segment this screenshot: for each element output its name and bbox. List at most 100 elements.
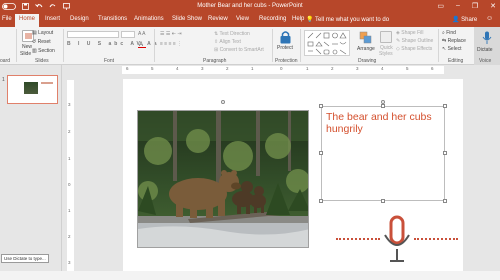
ruler-tick: 2 [68, 129, 71, 134]
clipboard-group-label: oard [0, 58, 11, 64]
person-icon: 👤 [452, 17, 460, 23]
rotate-handle[interactable] [221, 100, 225, 104]
font-group-label: Font [104, 58, 115, 64]
microphone-icon[interactable] [482, 31, 492, 45]
text-direction-label: Text Direction [219, 31, 250, 37]
resize-handle[interactable] [381, 104, 385, 108]
shapes-gallery[interactable] [304, 30, 350, 56]
ruler-tick: 0 [68, 182, 71, 187]
shape-outline-button[interactable]: ✎ Shape Outline [396, 38, 433, 44]
tab-insert[interactable]: Insert [45, 16, 60, 22]
replace-button[interactable]: ⇆ Replace [442, 38, 466, 44]
new-slide-label[interactable]: New [22, 44, 32, 50]
ruler-tick: 3 [68, 102, 71, 107]
tab-slide-show[interactable]: Slide Show [172, 16, 202, 22]
ruler-tick: 6 [431, 66, 434, 71]
align-text-button[interactable]: ⇳ Align Text [214, 39, 241, 45]
align-buttons[interactable]: ≡ ≡ ≡ ≡ ⋮ [160, 41, 182, 47]
tab-review[interactable]: Review [208, 16, 228, 22]
find-button[interactable]: ⌕ Find [442, 30, 456, 36]
vertical-ruler[interactable]: 3 2 1 0 1 2 3 [66, 78, 75, 271]
tab-file[interactable]: File [2, 16, 12, 22]
resize-handle[interactable] [443, 151, 447, 155]
dictate-label[interactable]: Dictate [477, 47, 493, 53]
tab-home[interactable]: Home [15, 14, 40, 27]
tab-animations[interactable]: Animations [134, 16, 164, 22]
select-button[interactable]: ↖ Select [442, 46, 462, 52]
slide-heading[interactable]: The bear and her cubs hungrily [326, 111, 442, 135]
resize-handle[interactable] [319, 104, 323, 108]
lock-icon[interactable] [279, 30, 292, 44]
reset-button[interactable]: ↺ Reset [32, 39, 51, 45]
divider [16, 29, 17, 62]
resize-handle[interactable] [381, 199, 385, 203]
quick-styles-label-2[interactable]: Styles [379, 51, 393, 57]
find-label: Find [446, 30, 456, 36]
section-label: Section [38, 48, 55, 54]
shape-fill-label: Shape Fill [401, 30, 424, 36]
arrange-icon[interactable] [359, 31, 372, 44]
protect-label[interactable]: Protect [277, 45, 293, 51]
editing-group-label: Editing [448, 58, 464, 64]
slide-text-box[interactable]: The bear and her cubs hungrily [321, 106, 445, 201]
ruler-tick: 3 [356, 66, 359, 71]
section-button[interactable]: ▥ Section [32, 48, 55, 54]
ruler-tick: 4 [381, 66, 384, 71]
align-text-label: Align Text [219, 39, 241, 45]
quick-styles-icon[interactable] [380, 31, 392, 43]
tab-design[interactable]: Design [70, 16, 89, 22]
ruler-tick: 3 [68, 260, 71, 265]
share-label: Share [461, 17, 478, 23]
text-direction-icon: ⇅ [214, 31, 219, 37]
tab-view[interactable]: View [236, 16, 249, 22]
horizontal-ruler[interactable]: 6 5 4 3 2 1 0 1 2 3 4 5 6 [62, 65, 500, 75]
ruler-tick: 6 [126, 66, 129, 71]
ribbon: oard New Slide ▤ Layout ↺ Reset ▥ Sectio… [0, 27, 500, 65]
ruler-tick: 1 [251, 66, 254, 71]
effects-icon: ◇ [396, 46, 400, 52]
dictation-microphone-icon[interactable] [383, 215, 411, 267]
reset-label: Reset [37, 39, 51, 45]
list-buttons[interactable]: ☰ ☰ ⇤ ⇥ [160, 31, 182, 37]
slide-thumbnail[interactable] [7, 75, 58, 104]
protection-group-label: Protection [275, 58, 298, 64]
tell-me-search[interactable]: 💡 Tell me what you want to do [306, 16, 389, 23]
resize-handle[interactable] [443, 199, 447, 203]
replace-icon: ⇆ [442, 38, 447, 44]
ruler-tick: 3 [201, 66, 204, 71]
font-color-icon[interactable]: A [138, 41, 146, 50]
resize-handle[interactable] [443, 104, 447, 108]
window-controls: ▭ – ❐ ✕ [437, 2, 496, 10]
replace-label: Replace [447, 38, 466, 44]
font-size-dropdown[interactable] [121, 31, 135, 38]
tab-transitions[interactable]: Transitions [98, 16, 127, 22]
tab-recording[interactable]: Recording [259, 16, 286, 22]
dictate-tooltip: Use Dictate to type... [1, 254, 49, 263]
bear-photo[interactable] [137, 110, 309, 248]
ruler-active-area [122, 66, 444, 74]
pen-icon: ✎ [396, 38, 401, 44]
font-size-buttons[interactable]: A A [138, 31, 146, 37]
feedback-smile-icon[interactable]: ☺ [486, 15, 493, 22]
ribbon-display-icon[interactable]: ▭ [437, 2, 444, 10]
dictation-waveform-left [336, 238, 380, 240]
align-text-icon: ⇳ [214, 39, 219, 45]
close-icon[interactable]: ✕ [490, 2, 496, 10]
minimize-icon[interactable]: – [456, 2, 460, 10]
resize-handle[interactable] [319, 199, 323, 203]
section-icon: ▥ [32, 48, 37, 54]
shape-fill-button[interactable]: ◈ Shape Fill [396, 30, 423, 36]
new-slide-label-2[interactable]: Slide [20, 51, 31, 57]
font-name-dropdown[interactable] [67, 31, 119, 38]
text-direction-button[interactable]: ⇅ Text Direction [214, 31, 250, 37]
arrange-label[interactable]: Arrange [357, 46, 375, 52]
shape-effects-button[interactable]: ◇ Shape Effects [396, 46, 432, 52]
share-button[interactable]: 👤 Share [452, 16, 477, 23]
slide-thumbnail-pane: 1 [0, 65, 62, 271]
cursor-icon: ↖ [442, 46, 447, 52]
tab-help[interactable]: Help [292, 16, 304, 22]
resize-handle[interactable] [319, 151, 323, 155]
restore-icon[interactable]: ❐ [472, 2, 478, 10]
layout-button[interactable]: ▤ Layout [32, 30, 53, 36]
convert-smartart-button[interactable]: ⊞ Convert to SmartArt [214, 47, 264, 53]
